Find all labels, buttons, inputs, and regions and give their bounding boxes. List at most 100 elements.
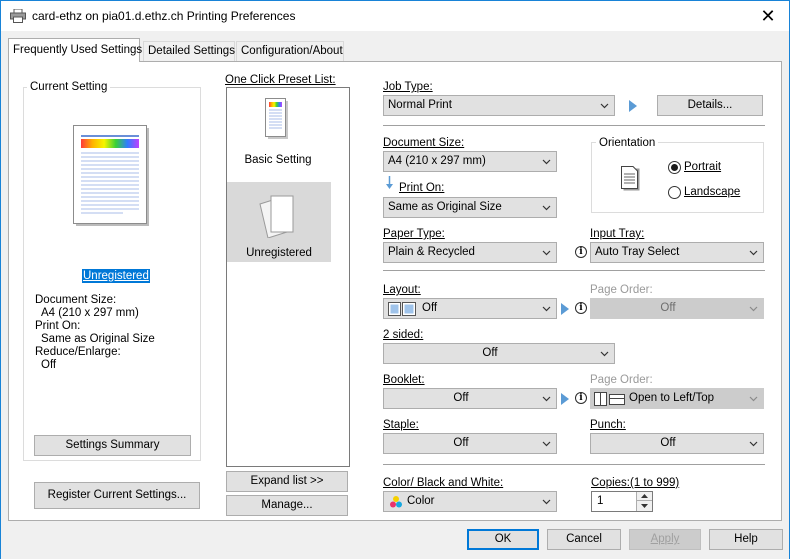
color-select[interactable]: Color bbox=[383, 491, 557, 512]
close-button[interactable]: ✕ bbox=[753, 3, 783, 29]
portrait-label[interactable]: Portrait bbox=[684, 161, 721, 173]
register-current-settings-button[interactable]: Register Current Settings... bbox=[34, 482, 200, 509]
paper-type-label: Paper Type: bbox=[383, 228, 445, 240]
title-bar: card-ethz on pia01.d.ethz.ch Printing Pr… bbox=[1, 1, 789, 31]
down-arrow-icon bbox=[386, 176, 393, 189]
details-button[interactable]: Details... bbox=[657, 95, 763, 116]
current-setting-name: Unregistered bbox=[82, 269, 150, 283]
booklet-select[interactable]: Off bbox=[383, 388, 557, 409]
separator-2 bbox=[383, 270, 765, 271]
basic-setting-icon bbox=[265, 98, 288, 139]
current-reduce-label: Reduce/Enlarge: bbox=[35, 346, 121, 358]
preset-item-basic-setting[interactable]: Basic Setting bbox=[227, 88, 349, 182]
chevron-down-icon bbox=[641, 504, 648, 508]
document-size-select[interactable]: A4 (210 x 297 mm) bbox=[383, 151, 557, 172]
copies-input[interactable]: 1 bbox=[597, 495, 603, 507]
dialog-button-bar: OK Cancel Apply Help bbox=[1, 521, 789, 559]
separator-1 bbox=[383, 125, 765, 126]
info-icon[interactable]: i bbox=[575, 246, 587, 258]
copies-stepper[interactable]: 1 bbox=[591, 491, 653, 512]
input-tray-label: Input Tray: bbox=[590, 228, 645, 240]
input-tray-select[interactable]: Auto Tray Select bbox=[590, 242, 764, 263]
help-button[interactable]: Help bbox=[709, 529, 783, 550]
orientation-group bbox=[591, 142, 764, 213]
layout-page-order-select[interactable]: Off bbox=[590, 298, 764, 319]
printer-icon bbox=[10, 9, 26, 23]
booklet-arrow-icon bbox=[561, 393, 569, 405]
unregistered-preset-icon bbox=[259, 195, 294, 238]
current-setting-title: Current Setting bbox=[27, 81, 111, 93]
chevron-down-icon bbox=[542, 441, 551, 447]
job-type-label: Job Type: bbox=[383, 81, 433, 93]
ok-button[interactable]: OK bbox=[467, 529, 539, 550]
layout-label: Layout: bbox=[383, 284, 421, 296]
two-sided-label: 2 sided: bbox=[383, 329, 424, 341]
staple-label: Staple: bbox=[383, 419, 419, 431]
chevron-down-icon bbox=[600, 351, 609, 357]
chevron-down-icon bbox=[749, 441, 758, 447]
punch-label: Punch: bbox=[590, 419, 626, 431]
separator-3 bbox=[383, 464, 765, 465]
color-label: Color/ Black and White: bbox=[383, 477, 504, 489]
chevron-down-icon bbox=[542, 306, 551, 312]
basic-setting-label: Basic Setting bbox=[244, 154, 312, 166]
info-icon[interactable]: i bbox=[575, 302, 587, 314]
current-print-on-value: Same as Original Size bbox=[41, 333, 155, 345]
cancel-button[interactable]: Cancel bbox=[547, 529, 621, 550]
current-doc-size-value: A4 (210 x 297 mm) bbox=[41, 307, 139, 319]
booklet-page-order-select[interactable]: Open to Left/Top bbox=[590, 388, 764, 409]
manage-button[interactable]: Manage... bbox=[226, 495, 348, 516]
landscape-radio[interactable] bbox=[668, 186, 681, 199]
punch-select[interactable]: Off bbox=[590, 433, 764, 454]
info-icon[interactable]: i bbox=[575, 392, 587, 404]
paper-type-select[interactable]: Plain & Recycled bbox=[383, 242, 557, 263]
print-on-label: Print On: bbox=[399, 182, 445, 194]
unregistered-preset-label: Unregistered bbox=[246, 247, 312, 259]
preset-list-title: One Click Preset List: bbox=[225, 74, 336, 86]
printing-preferences-window: card-ethz on pia01.d.ethz.ch Printing Pr… bbox=[0, 0, 790, 559]
booklet-label: Booklet: bbox=[383, 374, 425, 386]
tab-detailed-settings[interactable]: Detailed Settings bbox=[143, 41, 235, 61]
landscape-label[interactable]: Landscape bbox=[684, 186, 740, 198]
close-icon: ✕ bbox=[760, 6, 776, 26]
settings-panel: Current Setting Unregistered Document Si… bbox=[8, 61, 782, 521]
expand-list-button[interactable]: Expand list >> bbox=[226, 471, 348, 492]
settings-summary-button[interactable]: Settings Summary bbox=[34, 435, 191, 456]
portrait-page-icon bbox=[621, 166, 640, 191]
two-sided-select[interactable]: Off bbox=[383, 343, 615, 364]
chevron-down-icon bbox=[542, 250, 551, 256]
color-dots-icon bbox=[390, 496, 402, 508]
booklet-open-icon bbox=[594, 392, 625, 406]
chevron-down-icon bbox=[542, 396, 551, 402]
tab-frequently-used-settings[interactable]: Frequently Used Settings bbox=[8, 38, 142, 62]
preset-list[interactable]: Basic Setting Unregistered bbox=[226, 87, 350, 467]
window-title: card-ethz on pia01.d.ethz.ch Printing Pr… bbox=[32, 9, 296, 23]
portrait-radio[interactable] bbox=[668, 161, 681, 174]
layout-pages-icon bbox=[388, 302, 416, 316]
copies-increment-button[interactable] bbox=[636, 492, 652, 501]
chevron-down-icon bbox=[542, 205, 551, 211]
layout-arrow-icon bbox=[561, 303, 569, 315]
current-doc-size-label: Document Size: bbox=[35, 294, 117, 306]
chevron-down-icon bbox=[600, 103, 609, 109]
staple-select[interactable]: Off bbox=[383, 433, 557, 454]
job-type-arrow-icon bbox=[629, 100, 637, 112]
orientation-title: Orientation bbox=[596, 137, 659, 149]
job-type-select[interactable]: Normal Print bbox=[383, 95, 615, 116]
chevron-up-icon bbox=[641, 494, 648, 498]
chevron-down-icon bbox=[542, 159, 551, 165]
layout-select[interactable]: Off bbox=[383, 298, 557, 319]
chevron-down-icon bbox=[749, 250, 758, 256]
print-on-select[interactable]: Same as Original Size bbox=[383, 197, 557, 218]
tab-configuration-about[interactable]: Configuration/About bbox=[236, 41, 344, 61]
copies-decrement-button[interactable] bbox=[636, 501, 652, 511]
current-reduce-value: Off bbox=[41, 359, 57, 371]
chevron-down-icon bbox=[749, 396, 758, 402]
copies-label: Copies:(1 to 999) bbox=[591, 477, 680, 489]
current-print-on-label: Print On: bbox=[35, 320, 81, 332]
preset-item-unregistered[interactable]: Unregistered bbox=[227, 182, 331, 262]
chevron-down-icon bbox=[542, 499, 551, 505]
chevron-down-icon bbox=[749, 306, 758, 312]
document-preview-image bbox=[73, 125, 149, 226]
apply-button[interactable]: Apply bbox=[629, 529, 701, 550]
